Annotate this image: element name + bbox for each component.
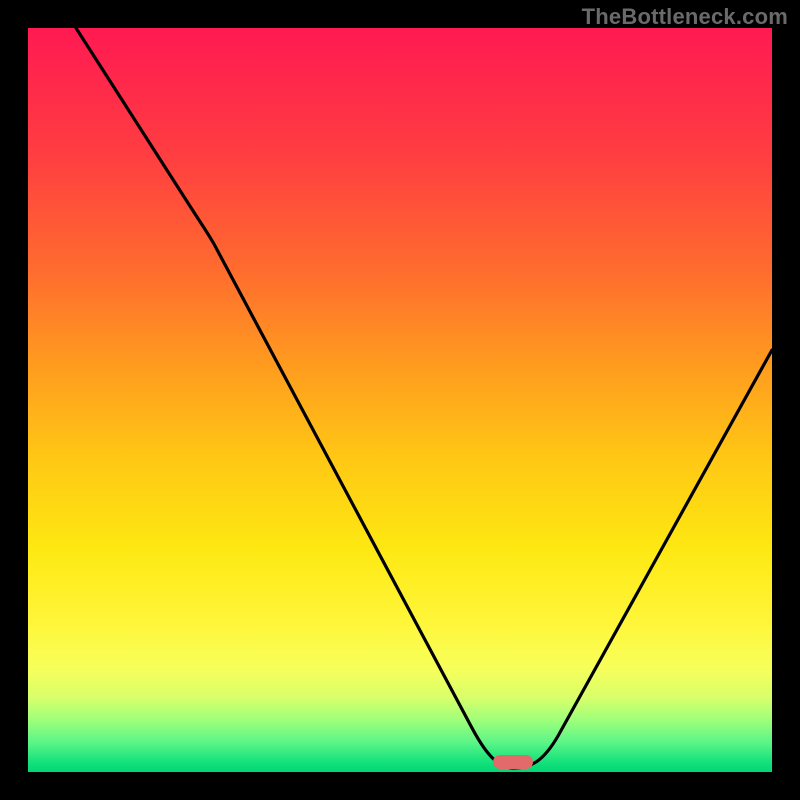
bottleneck-curve [28,28,772,772]
attribution-text: TheBottleneck.com [582,4,788,30]
curve-path [76,28,772,768]
plot-area [28,28,772,772]
outer-frame: TheBottleneck.com [0,0,800,800]
minimum-marker [493,755,533,769]
